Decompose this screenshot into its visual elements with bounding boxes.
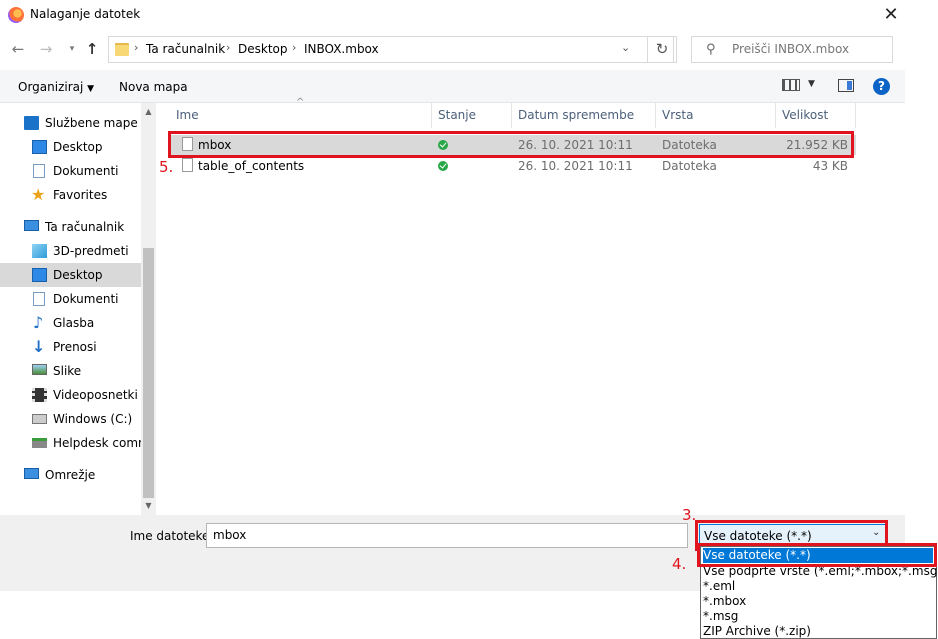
scroll-down-icon[interactable]: ▼: [141, 498, 156, 514]
chevron-down-icon: ▼: [87, 84, 95, 94]
chevron-down-icon[interactable]: ▼: [808, 79, 815, 89]
download-icon: ↓: [32, 337, 46, 356]
star-icon: ★: [31, 185, 46, 204]
sidebar-item-ta-racunalnik[interactable]: Ta računalnik: [0, 215, 141, 239]
forward-arrow-icon[interactable]: →: [36, 38, 56, 60]
picture-icon: [32, 364, 47, 375]
highlight-box-file: [168, 131, 854, 158]
breadcrumb-desktop[interactable]: Desktop: [238, 42, 288, 56]
sidebar-item-label: Ta računalnik: [45, 220, 125, 234]
computer-icon: [24, 220, 39, 231]
sidebar-item-dokumenti-quick[interactable]: Dokumenti: [0, 159, 141, 183]
network-drive-icon: [32, 438, 47, 448]
sidebar-item-label: Windows (C:): [53, 412, 133, 426]
command-bar: Organiziraj ▼ Nova mapa ▼ ?: [0, 70, 905, 103]
window-title: Nalaganje datotek: [30, 7, 141, 21]
search-box[interactable]: ⚲ Preišči INBOX.mbox: [691, 36, 893, 63]
column-header-date[interactable]: Datum spremembe: [512, 103, 656, 128]
chevron-right-icon: ›: [226, 41, 231, 54]
desktop-icon: [32, 140, 47, 154]
sidebar-item-3d-predmeti[interactable]: 3D-predmeti: [0, 239, 141, 263]
sidebar-item-label: Glasba: [53, 316, 95, 330]
search-icon: ⚲: [706, 42, 716, 57]
back-arrow-icon[interactable]: ←: [8, 38, 28, 60]
chevron-right-icon: ›: [134, 41, 139, 54]
sidebar-item-label: Desktop: [53, 140, 103, 154]
cube-icon: [32, 244, 47, 258]
sidebar-item-label: Desktop: [53, 268, 103, 282]
scroll-up-icon[interactable]: ▲: [141, 103, 156, 121]
file-type: Datoteka: [662, 159, 717, 173]
sidebar-item-videoposnetki[interactable]: Videoposnetki: [0, 383, 141, 407]
sync-ok-icon: [438, 161, 448, 171]
filename-input[interactable]: mbox: [206, 523, 688, 548]
sidebar-item-favorites[interactable]: ★ Favorites: [0, 183, 141, 207]
new-folder-button[interactable]: Nova mapa: [119, 80, 188, 94]
network-icon: [24, 468, 39, 479]
column-header-type[interactable]: Vrsta: [656, 103, 776, 128]
column-header-name[interactable]: Ime: [170, 103, 432, 128]
sidebar-item-glasba[interactable]: ♪ Glasba: [0, 311, 141, 335]
drive-icon: [32, 414, 47, 424]
help-icon[interactable]: ?: [873, 78, 890, 95]
sidebar-item-omrezje[interactable]: Omrežje: [0, 463, 141, 487]
sidebar-item-label: Slike: [53, 364, 82, 378]
sidebar-item-slike[interactable]: Slike: [0, 359, 141, 383]
sidebar-item-desktop[interactable]: Desktop: [0, 263, 141, 287]
breadcrumb-inbox-mbox[interactable]: INBOX.mbox: [304, 42, 379, 56]
up-arrow-icon[interactable]: ↑: [82, 38, 102, 60]
sidebar-item-windows-c[interactable]: Windows (C:): [0, 407, 141, 431]
sidebar-item-dokumenti[interactable]: Dokumenti: [0, 287, 141, 311]
view-options-icon[interactable]: [782, 79, 800, 91]
filetype-option-eml[interactable]: *.eml: [703, 579, 735, 594]
chevron-right-icon: ›: [292, 41, 297, 54]
chevron-down-icon[interactable]: ⌄: [621, 41, 630, 54]
sidebar-item-label: Službene mape: [45, 116, 138, 130]
breadcrumb-this-pc[interactable]: Ta računalnik: [146, 42, 225, 56]
sidebar-item-desktop-quick[interactable]: Desktop: [0, 135, 141, 159]
recent-locations-chevron-icon[interactable]: ▾: [62, 38, 82, 60]
sidebar-item-label: Prenosi: [53, 340, 97, 354]
file-size: 43 KB: [812, 159, 848, 173]
sidebar-item-label: Omrežje: [45, 468, 96, 482]
address-bar[interactable]: › Ta računalnik › Desktop › INBOX.mbox ⌄: [108, 36, 674, 63]
step-4-label: 4.: [672, 555, 687, 573]
filename-label: Ime datoteke:: [130, 529, 214, 543]
filetype-option-msg[interactable]: *.msg: [703, 609, 738, 624]
sidebar-item-prenosi[interactable]: ↓ Prenosi: [0, 335, 141, 359]
document-icon: [33, 164, 45, 178]
organize-button[interactable]: Organiziraj ▼: [18, 80, 94, 94]
column-header-size[interactable]: Velikost: [776, 103, 856, 128]
organize-label: Organiziraj: [18, 80, 84, 94]
filetype-option-zip[interactable]: ZIP Archive (*.zip): [703, 624, 811, 639]
desktop-icon: [32, 268, 47, 282]
sidebar-item-label: Dokumenti: [53, 164, 119, 178]
search-input[interactable]: Preišči INBOX.mbox: [732, 42, 849, 56]
sidebar-item-sluzbene-mape[interactable]: Službene mape: [0, 111, 141, 135]
close-button[interactable]: ✕: [878, 2, 904, 28]
sidebar-item-label: Dokumenti: [53, 292, 119, 306]
file-name: table_of_contents: [198, 159, 305, 173]
refresh-icon[interactable]: ↻: [647, 36, 677, 63]
music-icon: ♪: [33, 313, 44, 332]
building-icon: [24, 116, 39, 130]
file-icon: [182, 158, 193, 172]
column-header-status[interactable]: Stanje: [432, 103, 512, 128]
table-row[interactable]: table_of_contents 26. 10. 2021 10:11 Dat…: [170, 156, 856, 176]
firefox-logo-icon: [8, 7, 24, 23]
highlight-box-option: [697, 543, 937, 567]
preview-pane-icon[interactable]: [838, 79, 854, 92]
sidebar-item-label: Videoposnetki: [53, 388, 138, 402]
film-icon: [32, 388, 47, 402]
folder-icon: [115, 43, 129, 56]
scrollbar-thumb[interactable]: [143, 248, 154, 498]
sidebar-item-label: Favorites: [53, 188, 108, 202]
file-date: 26. 10. 2021 10:11: [518, 159, 633, 173]
sidebar-item-label: 3D-predmeti: [53, 244, 129, 258]
filetype-option-mbox[interactable]: *.mbox: [703, 594, 746, 609]
document-icon: [33, 292, 45, 306]
sidebar-item-label: Helpdesk comm: [53, 436, 141, 450]
title-bar: Nalaganje datotek ✕: [0, 0, 905, 30]
sidebar-item-helpdesk[interactable]: Helpdesk comm: [0, 431, 141, 455]
